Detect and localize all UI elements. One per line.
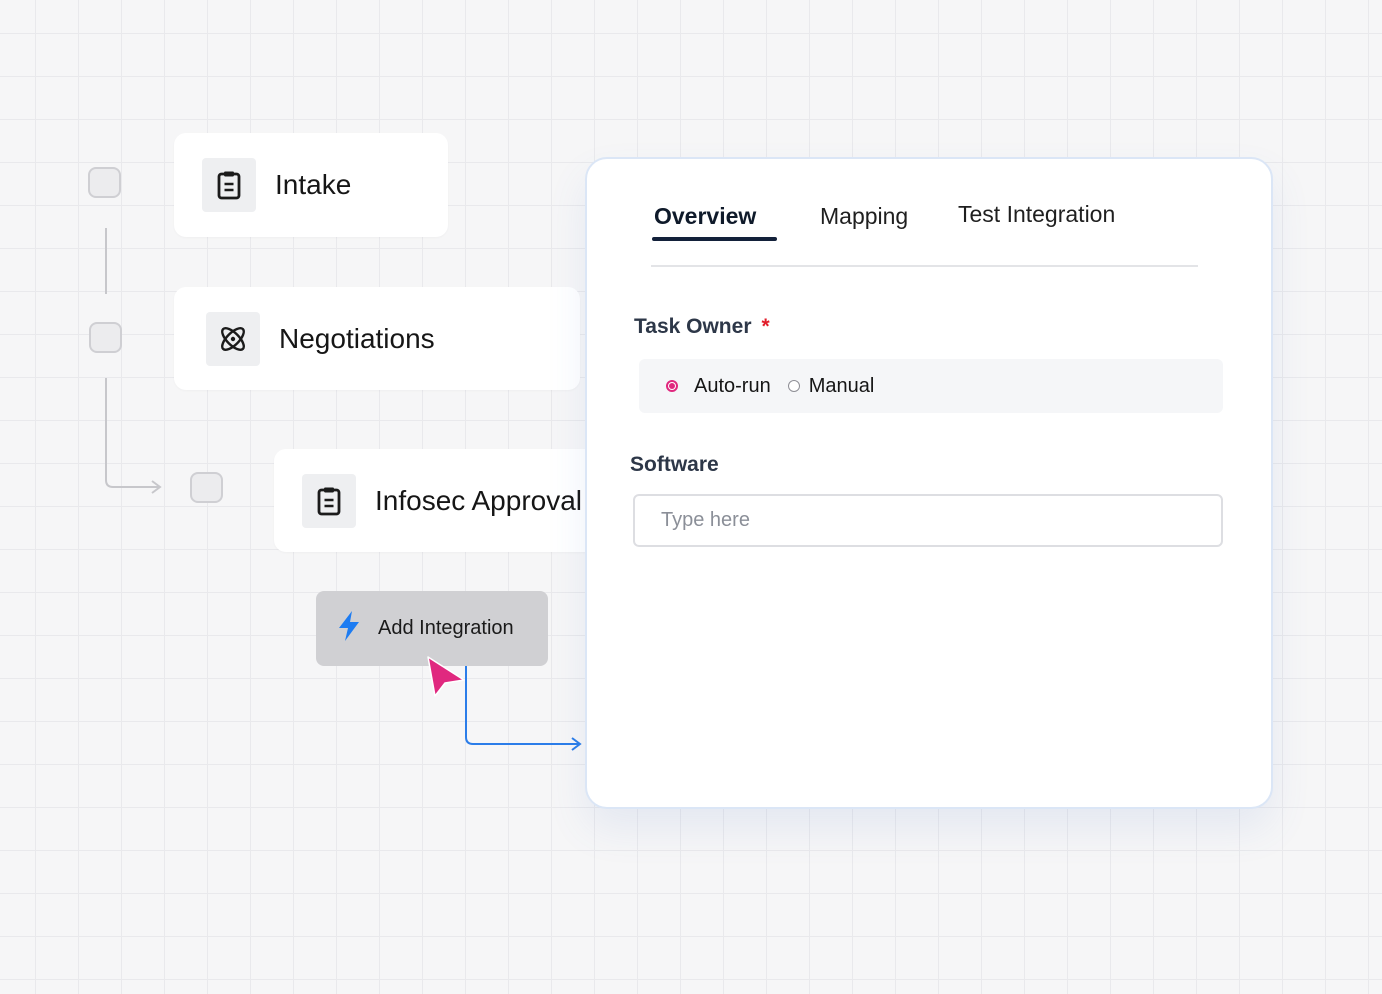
tab-overview[interactable]: Overview xyxy=(654,203,756,230)
workflow-node-negotiations[interactable]: Negotiations xyxy=(174,287,580,390)
tab-divider xyxy=(651,265,1198,267)
required-asterisk: * xyxy=(761,315,770,338)
clipboard-icon xyxy=(302,473,356,528)
node-label-negotiations: Negotiations xyxy=(279,322,435,354)
node-label-infosec-approval: Infosec Approval xyxy=(375,484,583,516)
task-owner-label: Task Owner * xyxy=(634,315,770,338)
connector-negotiations-infosec xyxy=(105,378,160,488)
infosec-approval-checkbox[interactable] xyxy=(190,472,223,503)
radio-manual[interactable] xyxy=(787,380,800,392)
intake-checkbox[interactable] xyxy=(88,167,121,198)
clipboard-icon xyxy=(202,158,256,212)
radio-label-manual[interactable]: Manual xyxy=(809,375,875,398)
cursor-pointer-icon xyxy=(427,656,465,697)
workflow-node-infosec-approval[interactable]: Infosec Approval xyxy=(274,449,604,552)
task-owner-radio-group: Auto-run Manual xyxy=(639,359,1223,413)
negotiations-checkbox[interactable] xyxy=(89,322,122,353)
software-label: Software xyxy=(630,453,719,476)
atom-icon xyxy=(206,311,260,366)
active-tab-indicator xyxy=(652,237,777,241)
software-input[interactable] xyxy=(633,494,1223,547)
lightning-icon xyxy=(336,610,362,647)
canvas: Intake Negotiations Infosec Approval Add… xyxy=(0,0,1382,994)
tab-mapping[interactable]: Mapping xyxy=(820,203,908,230)
node-label-intake: Intake xyxy=(275,169,352,200)
add-integration-label: Add Integration xyxy=(378,617,514,639)
connector-integration-panel xyxy=(465,666,580,745)
workflow-node-intake[interactable]: Intake xyxy=(174,133,448,237)
tab-test-integration[interactable]: Test Integration xyxy=(958,201,1115,228)
radio-auto-run[interactable] xyxy=(666,380,678,392)
radio-label-auto-run[interactable]: Auto-run xyxy=(694,375,771,398)
integration-settings-panel: Overview Mapping Test Integration Task O… xyxy=(585,157,1273,809)
